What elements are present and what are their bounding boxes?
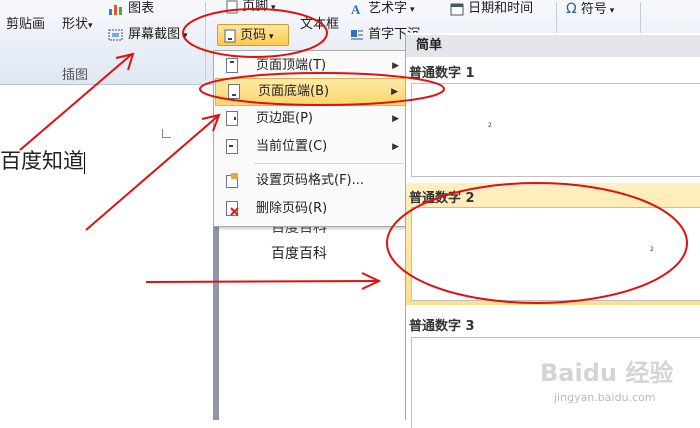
page-number-gallery: 简单 普通数字 1 2 普通数字 2 2 普通数字 3 Baidu 经验 jin… — [405, 33, 700, 428]
page-top-icon — [226, 58, 238, 73]
format-page-number-icon — [226, 173, 238, 188]
wordart-button[interactable]: A 艺术字 ▾ — [350, 0, 415, 19]
symbol-button[interactable]: Ω 符号 ▾ — [566, 0, 614, 20]
menu-item-label: 当前位置(C) — [256, 139, 328, 154]
document-text-3: 百度百科 — [271, 246, 327, 262]
clipart-label: 剪贴画 — [6, 17, 46, 32]
gallery-item-label: 普通数字 1 — [409, 66, 475, 81]
textbox-label: 文本框 — [300, 17, 340, 32]
illustrations-group-label: 插图 — [62, 68, 89, 83]
menu-item-label: 删除页码(R) — [256, 201, 328, 216]
screenshot-button[interactable]: 屏幕截图 ▾ — [108, 26, 188, 45]
document-text-content: 百度知道 — [0, 149, 84, 173]
calendar-icon — [450, 3, 464, 15]
page-number-menu: 页面顶端(T) ▶ 页面底端(B) ▶ 页边距(P) ▶ 当前位置(C) ▶ 设置页码格… — [213, 50, 408, 227]
footer-label: 页脚 — [242, 0, 269, 14]
page-bottom-icon — [228, 84, 240, 99]
watermark-logo: Baidu 经验 — [540, 359, 674, 387]
menu-item-format-page-numbers[interactable]: 设置页码格式(F)... — [214, 168, 407, 194]
page-number-preview: 2 — [650, 246, 654, 253]
menu-item-label: 页面顶端(T) — [256, 58, 327, 73]
wordart-label: 艺术字 — [368, 1, 408, 16]
ribbon-separator — [205, 2, 206, 80]
submenu-arrow-icon: ▶ — [392, 142, 399, 152]
gallery-item-label: 普通数字 2 — [409, 191, 475, 206]
clipart-button[interactable]: 剪贴画 — [6, 16, 45, 34]
current-position-icon — [226, 139, 238, 154]
omega-icon: Ω — [566, 1, 577, 17]
shapes-button[interactable]: 形状▾ — [62, 16, 93, 35]
footer-icon — [226, 0, 238, 13]
submenu-arrow-icon: ▶ — [392, 114, 399, 124]
chart-icon — [109, 4, 122, 15]
menu-separator — [254, 163, 404, 164]
menu-item-label: 设置页码格式(F)... — [256, 173, 365, 188]
menu-item-top-of-page[interactable]: 页面顶端(T) ▶ — [214, 53, 407, 79]
page-number-icon — [224, 29, 236, 42]
page-number-button[interactable]: 页码 ▾ — [217, 24, 289, 46]
submenu-arrow-icon: ▶ — [392, 61, 399, 71]
shapes-label: 形状 — [62, 17, 89, 32]
datetime-button[interactable]: 日期和时间 — [450, 0, 533, 18]
menu-item-bottom-of-page[interactable]: 页面底端(B) ▶ — [215, 78, 407, 106]
datetime-label: 日期和时间 — [468, 1, 534, 16]
chart-button[interactable]: 图表 — [108, 0, 154, 18]
document-text[interactable]: 百度知道 — [0, 145, 85, 175]
screenshot-label: 屏幕截图 — [128, 27, 181, 42]
svg-text:A: A — [351, 2, 361, 16]
text-cursor — [84, 151, 85, 174]
menu-item-label: 页边距(P) — [256, 111, 313, 126]
menu-item-remove-page-numbers[interactable]: 删除页码(R) — [214, 196, 407, 222]
wordart-icon: A — [351, 2, 361, 16]
document-page[interactable]: 百度知道 — [0, 85, 213, 420]
gallery-section-header: 简单 — [406, 35, 700, 57]
page-number-preview: 2 — [488, 122, 492, 129]
menu-item-page-margins[interactable]: 页边距(P) ▶ — [214, 106, 407, 132]
dropcap-icon — [351, 29, 363, 39]
chart-label: 图表 — [128, 1, 155, 16]
footer-button[interactable]: 页脚 ▾ — [226, 0, 276, 17]
menu-item-label: 页面底端(B) — [258, 84, 330, 99]
gallery-item-plain-number-2[interactable]: 2 — [411, 207, 700, 301]
screenshot-icon — [108, 29, 123, 40]
submenu-arrow-icon: ▶ — [391, 87, 398, 97]
margin-corner-mark — [162, 129, 171, 138]
textbox-button[interactable]: 文本框 — [300, 16, 339, 34]
watermark-url: jingyan.baidu.com — [554, 391, 656, 404]
gallery-item-label: 普通数字 3 — [409, 319, 475, 334]
page-number-label: 页码 — [240, 28, 267, 43]
menu-item-current-position[interactable]: 当前位置(C) ▶ — [214, 134, 407, 160]
remove-page-number-icon — [226, 201, 239, 216]
gallery-item-plain-number-1[interactable]: 2 — [411, 83, 700, 177]
symbol-label: 符号 — [580, 2, 607, 17]
page-margin-icon — [226, 111, 238, 126]
